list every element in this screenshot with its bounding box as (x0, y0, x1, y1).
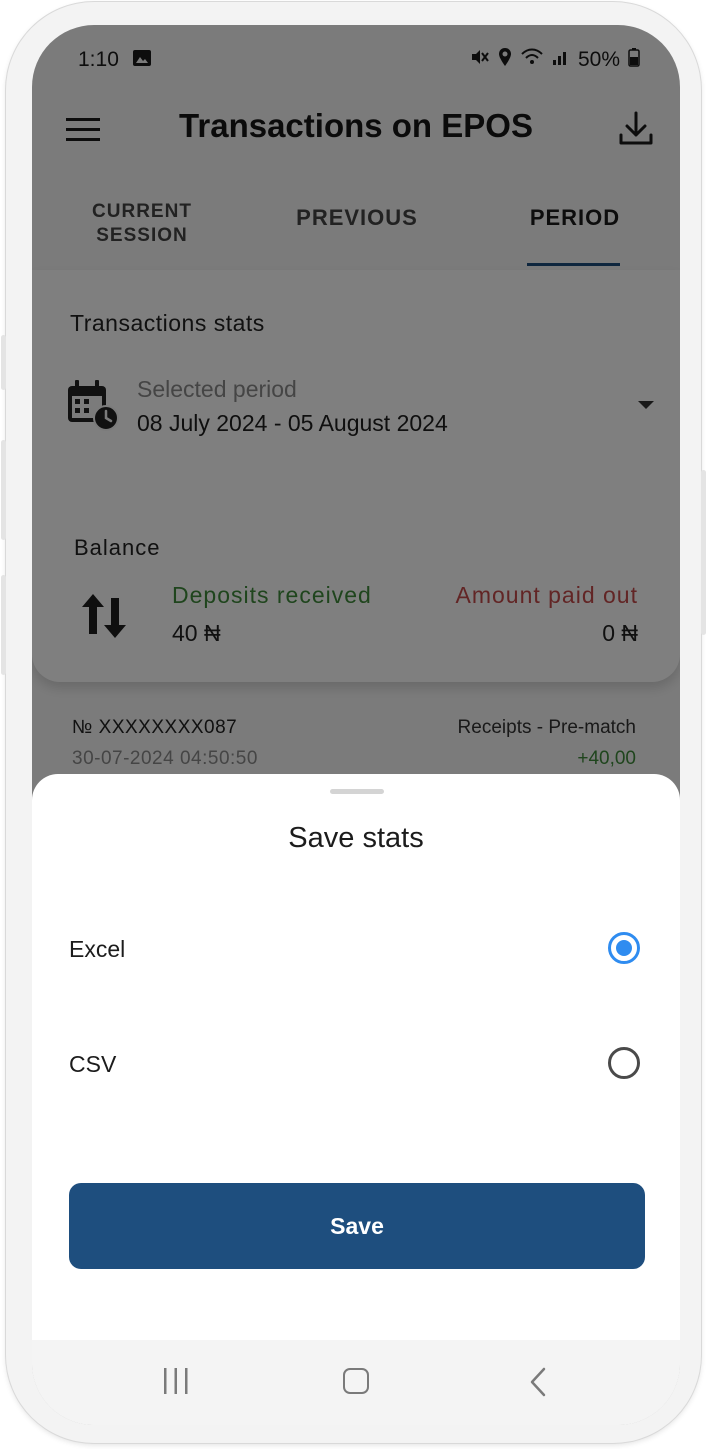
save-button[interactable]: Save (69, 1183, 645, 1269)
option-csv[interactable]: CSV (32, 1029, 680, 1099)
phone-side-button (1, 440, 6, 540)
phone-side-button (701, 470, 706, 635)
back-icon[interactable] (528, 1366, 548, 1398)
radio-excel[interactable] (608, 932, 640, 964)
option-label: Excel (69, 936, 126, 962)
option-label: CSV (69, 1051, 117, 1077)
home-icon[interactable] (343, 1368, 369, 1394)
system-nav-bar (32, 1340, 680, 1425)
phone-side-button (1, 575, 6, 675)
save-stats-sheet: Save stats Excel CSV Save (32, 774, 680, 1425)
radio-csv[interactable] (608, 1047, 640, 1079)
recents-icon[interactable] (162, 1366, 190, 1396)
phone-side-button (1, 335, 6, 390)
drag-handle[interactable] (330, 789, 384, 794)
phone-screen: 1:10 50% (32, 25, 680, 1425)
sheet-title: Save stats (288, 822, 424, 854)
option-excel[interactable]: Excel (32, 914, 680, 984)
